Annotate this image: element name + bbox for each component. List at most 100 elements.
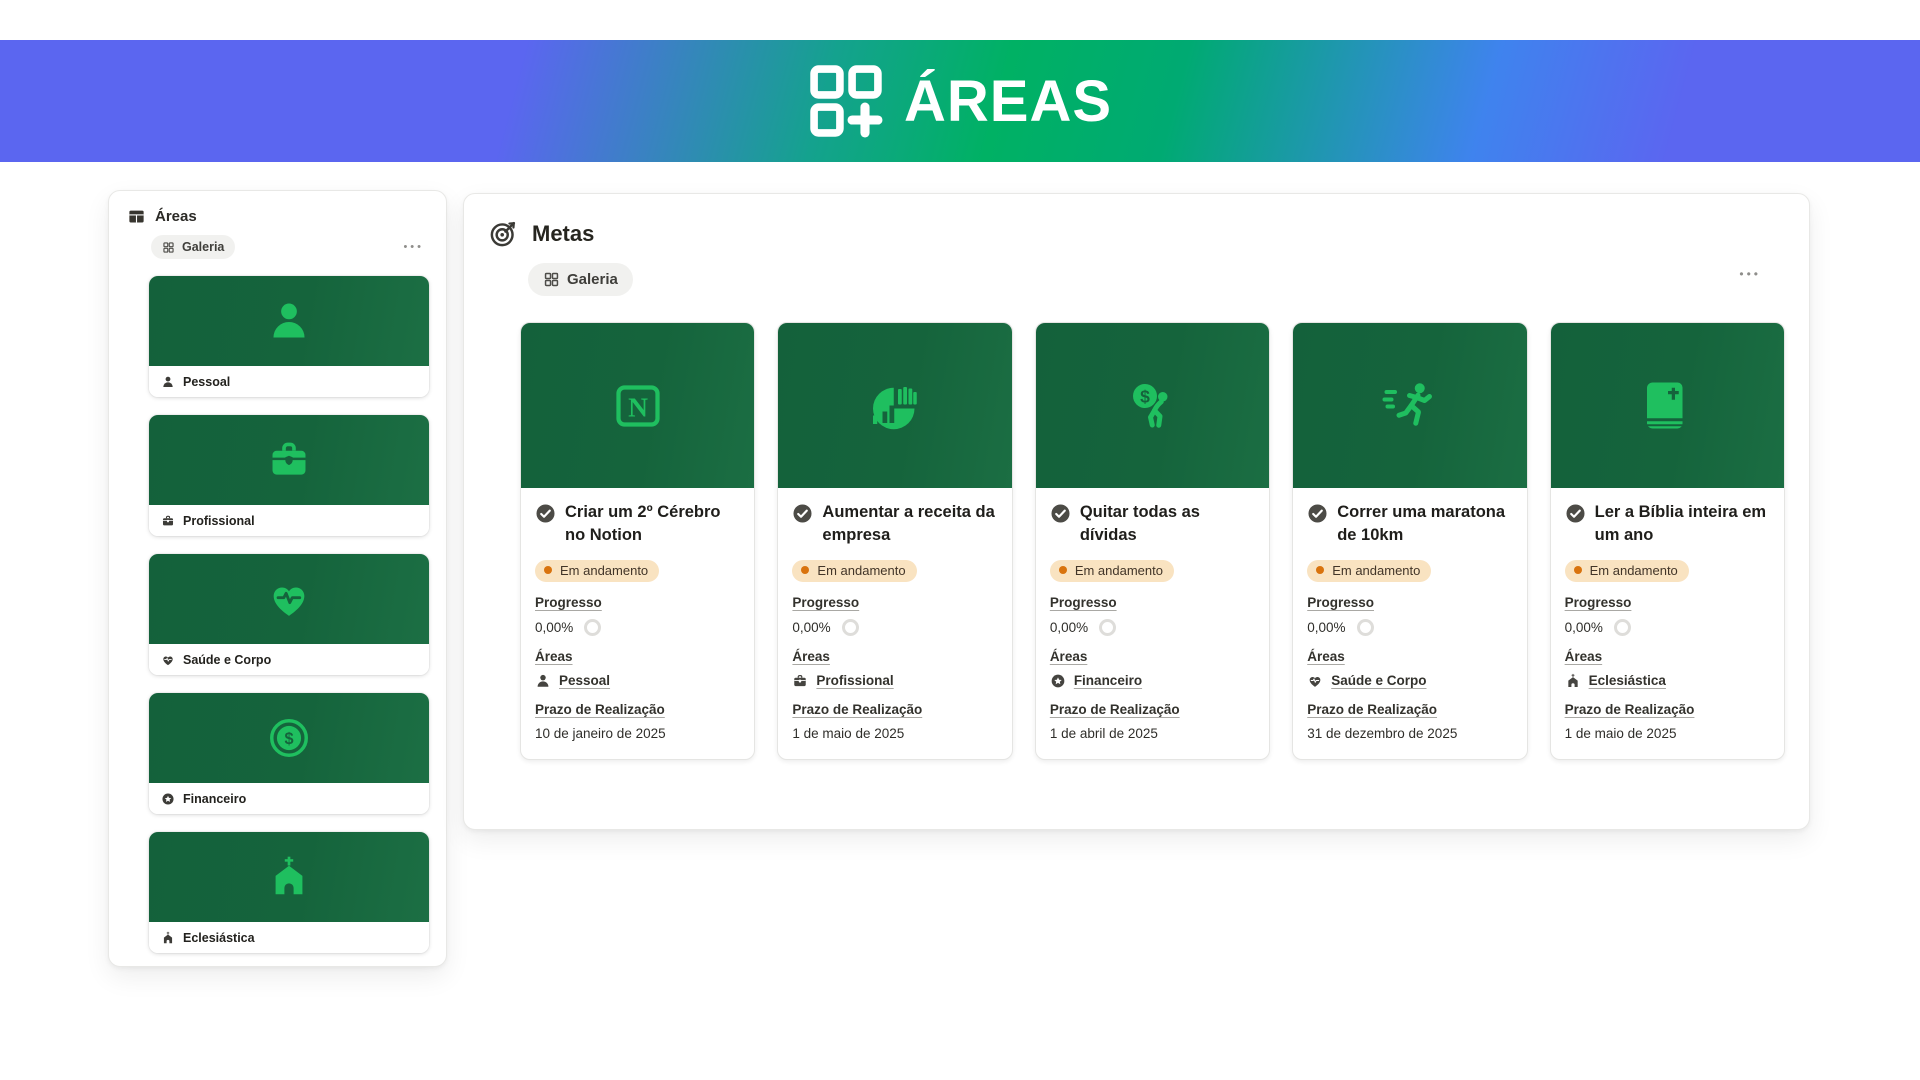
goal-card-aumentar-receita[interactable]: Aumentar a receita da empresa Em andamen… — [777, 322, 1012, 760]
progress-value: 0,00% — [1307, 620, 1345, 635]
area-card-eclesiastica[interactable]: Eclesiástica — [149, 832, 429, 953]
area-card-label: Financeiro — [183, 792, 246, 806]
areas-property-label: Áreas — [1307, 649, 1512, 664]
status-badge: Em andamento — [792, 560, 916, 582]
gallery-grid-icon — [162, 241, 175, 254]
progress-ring-icon — [584, 619, 601, 636]
metas-view-tab-galeria[interactable]: Galeria — [528, 263, 633, 296]
gallery-grid-icon — [543, 271, 560, 288]
status-label: Em andamento — [1075, 563, 1163, 578]
progress-ring-icon — [1614, 619, 1631, 636]
star-circle-icon — [1050, 673, 1066, 689]
church-icon — [266, 854, 312, 900]
area-card-label: Saúde e Corpo — [183, 653, 271, 667]
check-circle-icon — [535, 503, 556, 524]
briefcase-icon — [792, 673, 808, 689]
area-card-cover — [149, 415, 429, 505]
progress-value: 0,00% — [1565, 620, 1603, 635]
area-relation-financeiro[interactable]: Financeiro — [1050, 673, 1255, 689]
area-relation-pessoal[interactable]: Pessoal — [535, 673, 740, 689]
area-relation-profissional[interactable]: Profissional — [792, 673, 997, 689]
deadline-value: 1 de abril de 2025 — [1050, 726, 1255, 741]
areas-view-tab-galeria[interactable]: Galeria — [151, 235, 235, 259]
metas-db-title: Metas — [532, 221, 594, 247]
status-dot-icon — [1316, 566, 1324, 574]
progress-ring-icon — [1357, 619, 1374, 636]
goal-title: Correr uma maratona de 10km — [1337, 501, 1512, 548]
areas-property-label: Áreas — [792, 649, 997, 664]
goal-title: Ler a Bíblia inteira em um ano — [1595, 501, 1770, 548]
goal-card-cover — [1293, 323, 1526, 488]
metas-panel: Metas Galeria ••• Criar um 2º Cérebro no… — [463, 193, 1810, 830]
deadline-property-label: Prazo de Realização — [1307, 702, 1512, 717]
goal-card-cover — [1036, 323, 1269, 488]
progress-property-label: Progresso — [792, 595, 997, 610]
status-label: Em andamento — [1332, 563, 1420, 578]
status-label: Em andamento — [560, 563, 648, 578]
briefcase-icon — [161, 514, 175, 528]
goal-card-list: Criar um 2º Cérebro no Notion Em andamen… — [520, 322, 1785, 760]
area-relation-label: Financeiro — [1074, 673, 1142, 688]
area-relation-eclesiastica[interactable]: Eclesiástica — [1565, 673, 1770, 689]
area-relation-label: Saúde e Corpo — [1331, 673, 1426, 688]
status-badge: Em andamento — [1307, 560, 1431, 582]
area-card-label: Eclesiástica — [183, 931, 255, 945]
person-icon — [535, 673, 551, 689]
area-card-financeiro[interactable]: Financeiro — [149, 693, 429, 814]
areas-card-list: Pessoal Profissional Saúde e Corpo — [149, 276, 429, 953]
person-icon — [266, 298, 312, 344]
debt-icon — [1123, 376, 1183, 436]
status-label: Em andamento — [817, 563, 905, 578]
metas-more-button[interactable]: ••• — [1735, 264, 1765, 284]
area-relation-label: Pessoal — [559, 673, 610, 688]
status-dot-icon — [544, 566, 552, 574]
check-circle-icon — [1050, 503, 1071, 524]
areas-property-label: Áreas — [535, 649, 740, 664]
area-card-saude-e-corpo[interactable]: Saúde e Corpo — [149, 554, 429, 675]
deadline-property-label: Prazo de Realização — [1565, 702, 1770, 717]
pie-chart-icon — [865, 376, 925, 436]
areas-db-title: Áreas — [155, 208, 197, 225]
area-card-pessoal[interactable]: Pessoal — [149, 276, 429, 397]
areas-property-label: Áreas — [1565, 649, 1770, 664]
check-circle-icon — [1565, 503, 1586, 524]
target-icon — [488, 218, 519, 249]
church-icon — [161, 931, 175, 945]
area-relation-label: Eclesiástica — [1589, 673, 1666, 688]
goal-card-criar-segundo-cerebro[interactable]: Criar um 2º Cérebro no Notion Em andamen… — [520, 322, 755, 760]
status-badge: Em andamento — [535, 560, 659, 582]
area-relation-saude-e-corpo[interactable]: Saúde e Corpo — [1307, 673, 1512, 689]
progress-property-label: Progresso — [1307, 595, 1512, 610]
deadline-property-label: Prazo de Realização — [535, 702, 740, 717]
goal-title: Aumentar a receita da empresa — [822, 501, 997, 548]
progress-value: 0,00% — [1050, 620, 1088, 635]
progress-value: 0,00% — [535, 620, 573, 635]
status-badge: Em andamento — [1050, 560, 1174, 582]
area-card-profissional[interactable]: Profissional — [149, 415, 429, 536]
deadline-value: 1 de maio de 2025 — [1565, 726, 1770, 741]
area-card-cover — [149, 554, 429, 644]
goal-card-ler-biblia[interactable]: Ler a Bíblia inteira em um ano Em andame… — [1550, 322, 1785, 760]
status-dot-icon — [1574, 566, 1582, 574]
metas-db-header: Metas — [488, 218, 1785, 249]
deadline-property-label: Prazo de Realização — [1050, 702, 1255, 717]
person-icon — [161, 375, 175, 389]
table-icon — [127, 207, 146, 226]
star-circle-icon — [161, 792, 175, 806]
areas-property-label: Áreas — [1050, 649, 1255, 664]
bible-icon — [1637, 376, 1697, 436]
page-banner: ÁREAS — [0, 40, 1920, 162]
status-label: Em andamento — [1590, 563, 1678, 578]
runner-icon — [1380, 376, 1440, 436]
status-badge: Em andamento — [1565, 560, 1689, 582]
goal-card-correr-maratona[interactable]: Correr uma maratona de 10km Em andamento… — [1292, 322, 1527, 760]
goal-card-cover — [1551, 323, 1784, 488]
dollar-coin-icon — [266, 715, 312, 761]
areas-more-button[interactable]: ••• — [399, 238, 428, 257]
deadline-value: 31 de dezembro de 2025 — [1307, 726, 1512, 741]
areas-sidebar-panel: Áreas Galeria ••• Pessoal Profissional — [108, 190, 447, 967]
goal-card-quitar-dividas[interactable]: Quitar todas as dívidas Em andamento Pro… — [1035, 322, 1270, 760]
area-card-cover — [149, 693, 429, 783]
status-dot-icon — [801, 566, 809, 574]
view-tab-label: Galeria — [567, 271, 618, 288]
